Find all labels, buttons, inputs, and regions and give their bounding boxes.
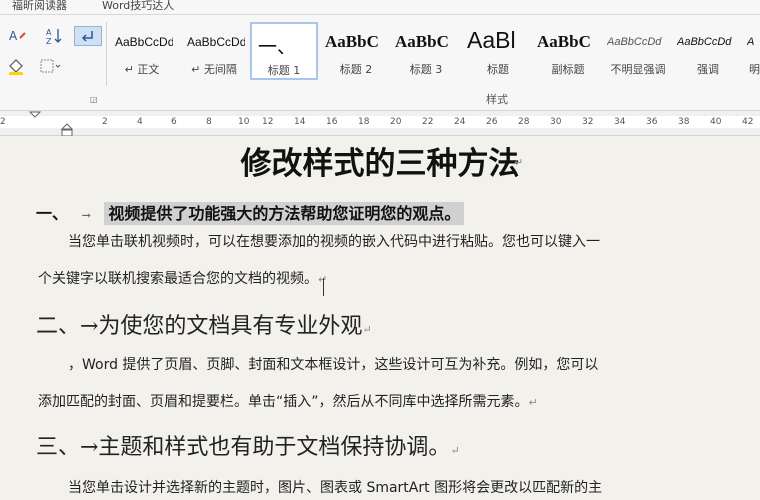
paragraph-1-line-1: 当您单击联机视频时，可以在想要添加的视频的嵌入代码中进行粘贴。您也可以键入一 bbox=[38, 224, 698, 261]
heading-text-highlighted: 视频提供了功能强大的方法帮助您证明您的观点。 bbox=[104, 202, 465, 225]
ruler-tick-label: 20 bbox=[390, 117, 402, 127]
style-name: 标题 1 bbox=[267, 64, 301, 77]
style-name: 副标题 bbox=[551, 63, 585, 76]
heading-text: 二、→为使您的文档具有专业外观 bbox=[36, 314, 363, 339]
show-marks-icon[interactable] bbox=[74, 26, 102, 46]
clear-format-icon[interactable]: A bbox=[4, 26, 32, 46]
document-title: 修改样式的三种方法 bbox=[240, 146, 520, 182]
style-emphasis[interactable]: AaBbCcDd 强调 bbox=[674, 22, 742, 80]
fill-color-icon[interactable] bbox=[4, 56, 32, 76]
paragraph-mark: ↵ bbox=[514, 156, 524, 169]
paragraph-tools: A AZ bbox=[0, 20, 104, 108]
style-sample: AaBbCcDd bbox=[115, 35, 173, 49]
styles-gallery: AaBbCcDd ↵ 正文 AaBbCcDd ↵ 无间隔 一、 标题 1 AaB… bbox=[108, 22, 760, 84]
tab-arrow: → bbox=[81, 209, 91, 222]
style-name: ↵ 无间隔 bbox=[191, 63, 237, 76]
paragraph-2-line-2: 添加匹配的封面、页眉和提要栏。单击“插入”，然后从不同库中选择所需元素。↵ bbox=[38, 384, 698, 421]
style-sample: AaBbCcDd bbox=[607, 36, 662, 48]
ruler-tick-label: 6 bbox=[171, 117, 177, 127]
heading-text: 三、→主题和样式也有助于文档保持协调。 bbox=[36, 435, 451, 460]
style-heading-3[interactable]: AaBbC 标题 3 bbox=[392, 22, 460, 80]
style-heading-2[interactable]: AaBbC 标题 2 bbox=[322, 22, 390, 80]
style-sample: AaBbCcDd bbox=[677, 36, 732, 48]
style-sample: A bbox=[747, 36, 755, 48]
ruler-tick-label: 22 bbox=[422, 117, 434, 127]
ruler-tick-label: 34 bbox=[614, 117, 626, 127]
ruler-tick-label: 4 bbox=[137, 117, 143, 127]
ribbon-divider bbox=[106, 22, 107, 86]
ruler-tick-label: 16 bbox=[326, 117, 338, 127]
paragraph-2-line-1: ，Word 提供了页眉、页脚、封面和文本框设计，这些设计可互为补充。例如，您可以 bbox=[38, 347, 698, 384]
ruler-tick-label: 28 bbox=[518, 117, 530, 127]
heading-1-third: 三、→主题和样式也有助于文档保持协调。↵ bbox=[36, 429, 460, 461]
ruler-tick-label: 26 bbox=[486, 117, 498, 127]
ruler-tick-label: 10 bbox=[238, 117, 250, 127]
style-sample: AaBl bbox=[467, 27, 516, 53]
ruler-tick-label: 42 bbox=[742, 117, 754, 127]
svg-text:Z: Z bbox=[46, 37, 52, 45]
ruler-tick-label: 24 bbox=[454, 117, 466, 127]
style-name: 明 bbox=[749, 63, 760, 76]
style-name: 强调 bbox=[697, 63, 719, 76]
style-name: 标题 bbox=[487, 63, 509, 76]
tab-word-tips[interactable]: Word技巧达人 bbox=[102, 0, 174, 13]
paragraph-mark: ↵ bbox=[362, 323, 372, 336]
paragraph-text: 个关键字以联机搜索最适合您的文档的视频。 bbox=[38, 271, 318, 287]
style-subtitle[interactable]: AaBbC 副标题 bbox=[534, 22, 602, 80]
style-subtle-emphasis[interactable]: AaBbCcDd 不明显强调 bbox=[604, 22, 672, 80]
document-page[interactable]: 修改样式的三种方法 ↵ 一、 → 视频提供了功能强大的方法帮助您证明您的观点。 … bbox=[0, 136, 760, 500]
horizontal-ruler[interactable]: 2 2 4 6 8 10 12 14 16 18 20 22 24 26 28 … bbox=[0, 110, 760, 137]
ruler-tick-label: 8 bbox=[206, 117, 212, 127]
style-sample: AaBbC bbox=[325, 32, 379, 51]
style-name: 不明显强调 bbox=[610, 63, 666, 76]
ruler-tick-label: 18 bbox=[358, 117, 370, 127]
svg-text:A: A bbox=[46, 28, 52, 37]
paragraph-1-line-2: 个关键字以联机搜索最适合您的文档的视频。↵ bbox=[38, 261, 698, 298]
style-name: 标题 2 bbox=[339, 63, 373, 76]
ruler-tick-label: 30 bbox=[550, 117, 562, 127]
style-intense-emphasis[interactable]: A 明 bbox=[744, 22, 760, 80]
tab-foxit-reader[interactable]: 福昕阅读器 bbox=[12, 0, 67, 13]
style-no-spacing[interactable]: AaBbCcDd ↵ 无间隔 bbox=[180, 22, 248, 80]
style-name: 标题 3 bbox=[409, 63, 443, 76]
paragraph-text: ，Word 提供了页眉、页脚、封面和文本框设计，这些设计可互为补充。例如，您可以 bbox=[68, 357, 599, 373]
dialog-launcher-icon[interactable]: ◲ bbox=[90, 96, 98, 104]
heading-1-second: 二、→为使您的文档具有专业外观↵ bbox=[36, 308, 372, 340]
heading-1-first: 一、 → 视频提供了功能强大的方法帮助您证明您的观点。 bbox=[36, 200, 465, 225]
ribbon-tabs: 福昕阅读器 Word技巧达人 bbox=[0, 0, 760, 15]
ruler-tick-label: 40 bbox=[710, 117, 722, 127]
ruler-tick-label: 2 bbox=[0, 117, 6, 127]
text-cursor bbox=[323, 278, 324, 296]
ruler-tick-label: 2 bbox=[102, 117, 108, 127]
style-sample: AaBbC bbox=[395, 32, 449, 51]
paragraph-text: 添加匹配的封面、页眉和提要栏。单击“插入”，然后从不同库中选择所需元素。 bbox=[38, 394, 529, 410]
ruler-tick-label: 36 bbox=[646, 117, 658, 127]
ruler-tick-label: 12 bbox=[262, 117, 274, 127]
paragraph-text: 当您单击联机视频时，可以在想要添加的视频的嵌入代码中进行粘贴。您也可以键入一 bbox=[68, 234, 600, 250]
styles-group-label: 样式 bbox=[486, 93, 508, 106]
style-title[interactable]: AaBl 标题 bbox=[464, 22, 532, 80]
ruler-tick-label: 14 bbox=[294, 117, 306, 127]
style-sample: 一、 bbox=[258, 36, 297, 54]
paragraph-text: 当您单击设计并选择新的主题时，图片、图表或 SmartArt 图形将会更改以匹配… bbox=[68, 480, 603, 496]
borders-icon[interactable] bbox=[36, 56, 64, 76]
style-name: ↵ 正文 bbox=[124, 63, 160, 76]
first-line-indent-marker[interactable] bbox=[28, 111, 42, 137]
style-heading-1[interactable]: 一、 标题 1 bbox=[250, 22, 318, 80]
paragraph-mark: ↵ bbox=[528, 396, 538, 409]
style-normal[interactable]: AaBbCcDd ↵ 正文 bbox=[108, 22, 176, 80]
svg-text:A: A bbox=[9, 29, 18, 43]
paragraph-mark: ↵ bbox=[450, 444, 460, 457]
hanging-indent-marker[interactable] bbox=[60, 123, 74, 137]
sort-icon[interactable]: AZ bbox=[40, 26, 68, 46]
heading-number: 一、 bbox=[36, 204, 69, 223]
paragraph-3-line-1: 当您单击设计并选择新的主题时，图片、图表或 SmartArt 图形将会更改以匹配… bbox=[38, 470, 698, 500]
ruler-tick-label: 38 bbox=[678, 117, 690, 127]
ribbon: 福昕阅读器 Word技巧达人 A AZ AaBbCcDd ↵ 正文 AaBbCc… bbox=[0, 0, 760, 110]
style-sample: AaBbC bbox=[537, 32, 591, 51]
style-sample: AaBbCcDd bbox=[187, 35, 245, 49]
ruler-tick-label: 32 bbox=[582, 117, 594, 127]
